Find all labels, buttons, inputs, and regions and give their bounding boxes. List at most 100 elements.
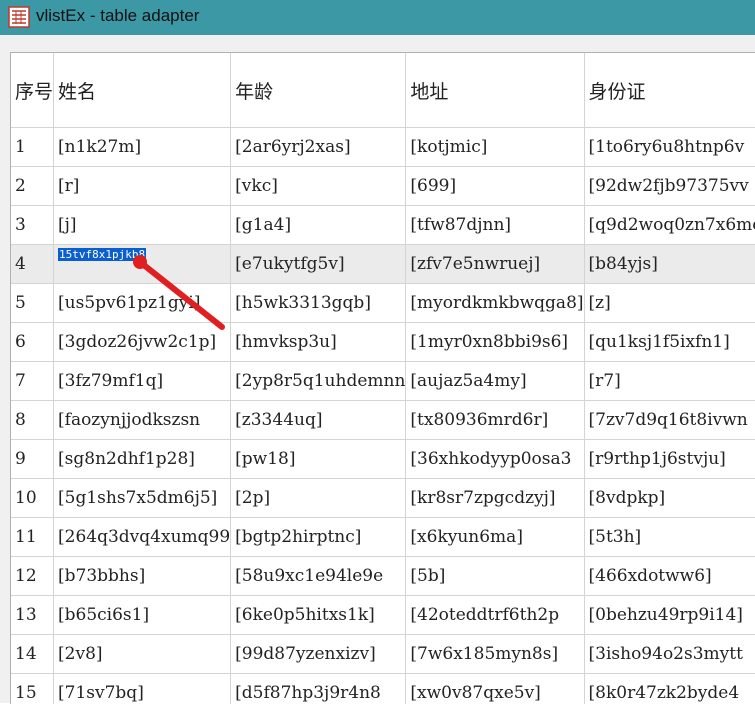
table-cell[interactable]: [aujaz5a4my]: [406, 362, 584, 401]
column-header[interactable]: 年龄: [231, 53, 406, 128]
table-cell[interactable]: [5g1shs7x5dm6j5]: [54, 479, 231, 518]
table-row[interactable]: 4 15tvf8x1pjkb8 [e7ukytfg5v][zfv7e5nwruej]…: [11, 245, 755, 284]
table-cell[interactable]: [8k0r47zk2byde4: [584, 674, 755, 704]
table-cell[interactable]: [3fz79mf1q]: [54, 362, 231, 401]
table-cell[interactable]: [92dw2fjb97375vv: [584, 167, 755, 206]
table-cell[interactable]: [hmvksp3u]: [231, 323, 406, 362]
table-cell[interactable]: [xw0v87qxe5v]: [406, 674, 584, 704]
table-cell[interactable]: [6ke0p5hitxs1k]: [231, 596, 406, 635]
column-header[interactable]: 地址: [406, 53, 584, 128]
table-cell[interactable]: [sg8n2dhf1p28]: [54, 440, 231, 479]
table-cell[interactable]: [myordkmkbwqga8]: [406, 284, 584, 323]
table-cell[interactable]: [99d87yzenxizv]: [231, 635, 406, 674]
table-row[interactable]: 6[3gdoz26jvw2c1p][hmvksp3u][1myr0xn8bbi9…: [11, 323, 755, 362]
table-cell[interactable]: [n1k27m]: [54, 128, 231, 167]
table-cell[interactable]: [7zv7d9q16t8ivwn: [584, 401, 755, 440]
table-cell[interactable]: [z]: [584, 284, 755, 323]
table-cell[interactable]: [1myr0xn8bbi9s6]: [406, 323, 584, 362]
row-number-cell[interactable]: 6: [11, 323, 54, 362]
row-number-cell[interactable]: 8: [11, 401, 54, 440]
table-cell[interactable]: [kotjmic]: [406, 128, 584, 167]
table-cell[interactable]: [71sv7bq]: [54, 674, 231, 704]
table-cell[interactable]: [2ar6yrj2xas]: [231, 128, 406, 167]
row-number-cell[interactable]: 13: [11, 596, 54, 635]
data-table[interactable]: 序号姓名年龄地址身份证 1[n1k27m][2ar6yrj2xas][kotjm…: [11, 53, 755, 704]
table-cell[interactable]: [d5f87hp3j9r4n8: [231, 674, 406, 704]
table-cell[interactable]: [2p]: [231, 479, 406, 518]
column-header[interactable]: 姓名: [54, 53, 231, 128]
table-cell[interactable]: [7w6x185myn8s]: [406, 635, 584, 674]
table-row[interactable]: 1[n1k27m][2ar6yrj2xas][kotjmic][1to6ry6u…: [11, 128, 755, 167]
table-cell[interactable]: [b84yjs]: [584, 245, 755, 284]
row-number-cell[interactable]: 7: [11, 362, 54, 401]
table-cell[interactable]: [699]: [406, 167, 584, 206]
table-cell[interactable]: [b65ci6s1]: [54, 596, 231, 635]
table-cell[interactable]: [x6kyun6ma]: [406, 518, 584, 557]
table-cell[interactable]: [tx80936mrd6r]: [406, 401, 584, 440]
table-cell[interactable]: [3gdoz26jvw2c1p]: [54, 323, 231, 362]
table-row[interactable]: 13[b65ci6s1][6ke0p5hitxs1k][42oteddtrf6t…: [11, 596, 755, 635]
cell-editor-input[interactable]: 15tvf8x1pjkb8: [58, 248, 146, 261]
table-cell[interactable]: [8vdpkp]: [584, 479, 755, 518]
table-row[interactable]: 3[j][g1a4][tfw87djnn][q9d2woq0zn7x6mc: [11, 206, 755, 245]
table-cell[interactable]: [r]: [54, 167, 231, 206]
row-number-cell[interactable]: 14: [11, 635, 54, 674]
table-cell[interactable]: [z3344uq]: [231, 401, 406, 440]
table-cell[interactable]: [5b]: [406, 557, 584, 596]
row-number-cell[interactable]: 11: [11, 518, 54, 557]
table-cell[interactable]: [us5pv61pz1gyi]: [54, 284, 231, 323]
table-row[interactable]: 12[b73bbhs][58u9xc1e94le9e[5b][466xdotww…: [11, 557, 755, 596]
table-cell[interactable]: [g1a4]: [231, 206, 406, 245]
table-cell[interactable]: [bgtp2hirptnc]: [231, 518, 406, 557]
table-cell[interactable]: [466xdotww6]: [584, 557, 755, 596]
window-title: vlistEx - table adapter: [36, 6, 199, 26]
table-cell[interactable]: [58u9xc1e94le9e: [231, 557, 406, 596]
table-cell[interactable]: [264q3dvq4xumq99: [54, 518, 231, 557]
row-number-cell[interactable]: 12: [11, 557, 54, 596]
table-row[interactable]: 2[r][vkc][699][92dw2fjb97375vv: [11, 167, 755, 206]
row-number-cell[interactable]: 10: [11, 479, 54, 518]
table-cell[interactable]: [h5wk3313gqb]: [231, 284, 406, 323]
table-cell[interactable]: [1to6ry6u8htnp6v: [584, 128, 755, 167]
table-cell[interactable]: [e7ukytfg5v]: [231, 245, 406, 284]
table-row[interactable]: 9[sg8n2dhf1p28][pw18][36xhkodyyp0osa3[r9…: [11, 440, 755, 479]
table-cell[interactable]: [2yp8r5q1uhdemnn: [231, 362, 406, 401]
row-number-cell[interactable]: 3: [11, 206, 54, 245]
table-row[interactable]: 7[3fz79mf1q][2yp8r5q1uhdemnn[aujaz5a4my]…: [11, 362, 755, 401]
table-row[interactable]: 15[71sv7bq][d5f87hp3j9r4n8[xw0v87qxe5v][…: [11, 674, 755, 704]
row-number-cell[interactable]: 4: [11, 245, 54, 284]
table-row[interactable]: 8[faozynjjodkszsn[z3344uq][tx80936mrd6r]…: [11, 401, 755, 440]
row-number-cell[interactable]: 15: [11, 674, 54, 704]
table-row[interactable]: 11[264q3dvq4xumq99[bgtp2hirptnc][x6kyun6…: [11, 518, 755, 557]
table-row[interactable]: 5[us5pv61pz1gyi][h5wk3313gqb][myordkmkbw…: [11, 284, 755, 323]
table-cell[interactable]: [kr8sr7zpgcdzyj]: [406, 479, 584, 518]
row-number-cell[interactable]: 2: [11, 167, 54, 206]
table-cell[interactable]: [0behzu49rp9i14]: [584, 596, 755, 635]
table-cell[interactable]: [3isho94o2s3mytt: [584, 635, 755, 674]
table-cell[interactable]: [q9d2woq0zn7x6mc: [584, 206, 755, 245]
column-header[interactable]: 序号: [11, 53, 54, 128]
table-row[interactable]: 10[5g1shs7x5dm6j5][2p][kr8sr7zpgcdzyj][8…: [11, 479, 755, 518]
table-cell[interactable]: [pw18]: [231, 440, 406, 479]
table-cell[interactable]: [r7]: [584, 362, 755, 401]
table-cell[interactable]: 15tvf8x1pjkb8: [54, 245, 231, 284]
row-number-cell[interactable]: 9: [11, 440, 54, 479]
table-view[interactable]: 序号姓名年龄地址身份证 1[n1k27m][2ar6yrj2xas][kotjm…: [10, 52, 755, 704]
table-cell[interactable]: [zfv7e5nwruej]: [406, 245, 584, 284]
table-cell[interactable]: [2v8]: [54, 635, 231, 674]
table-cell[interactable]: [qu1ksj1f5ixfn1]: [584, 323, 755, 362]
table-cell[interactable]: [42oteddtrf6th2p: [406, 596, 584, 635]
table-row[interactable]: 14[2v8][99d87yzenxizv][7w6x185myn8s][3is…: [11, 635, 755, 674]
table-cell[interactable]: [faozynjjodkszsn: [54, 401, 231, 440]
table-cell[interactable]: [r9rthp1j6stvju]: [584, 440, 755, 479]
table-cell[interactable]: [tfw87djnn]: [406, 206, 584, 245]
row-number-cell[interactable]: 1: [11, 128, 54, 167]
table-cell[interactable]: [b73bbhs]: [54, 557, 231, 596]
row-number-cell[interactable]: 5: [11, 284, 54, 323]
table-cell[interactable]: [5t3h]: [584, 518, 755, 557]
column-header[interactable]: 身份证: [584, 53, 755, 128]
table-header-row: 序号姓名年龄地址身份证: [11, 53, 755, 128]
table-cell[interactable]: [j]: [54, 206, 231, 245]
table-cell[interactable]: [36xhkodyyp0osa3: [406, 440, 584, 479]
table-cell[interactable]: [vkc]: [231, 167, 406, 206]
